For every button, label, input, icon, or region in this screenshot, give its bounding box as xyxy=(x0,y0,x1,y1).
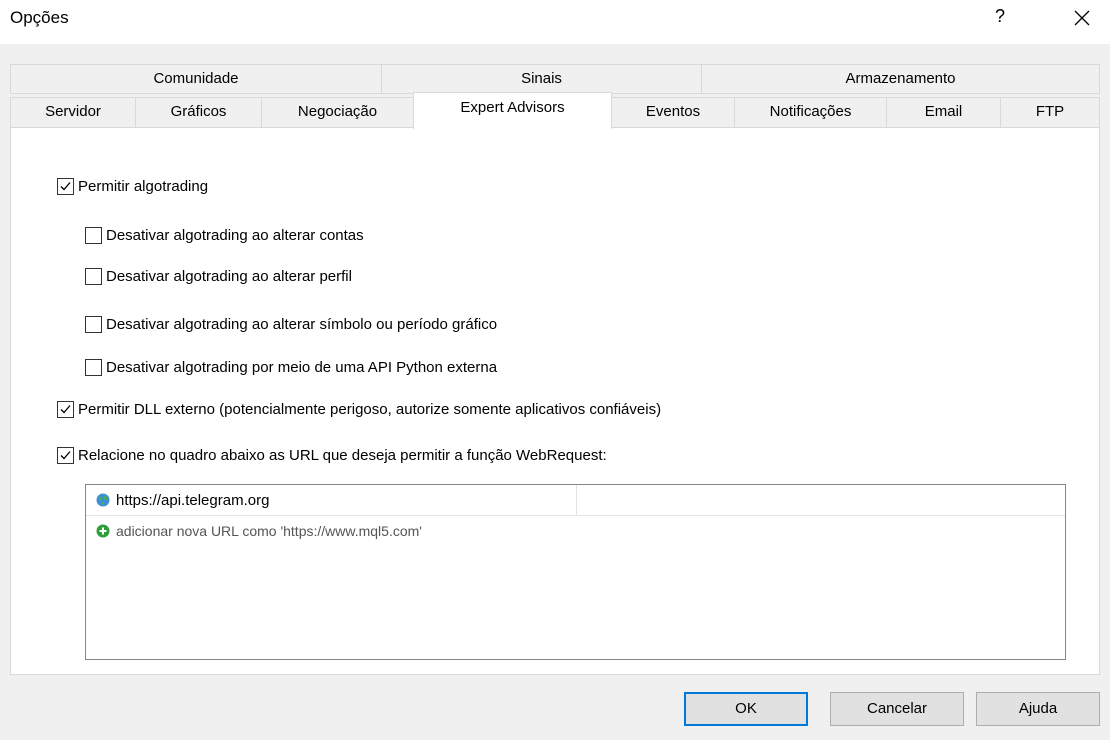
option-label: Permitir DLL externo (potencialmente per… xyxy=(78,400,662,418)
window-title: Opções xyxy=(10,8,69,27)
tab-expert-advisors[interactable]: Expert Advisors xyxy=(413,92,612,129)
add-url-placeholder[interactable]: adicionar nova URL como 'https://www.mql… xyxy=(116,523,422,539)
add-url-row[interactable]: adicionar nova URL como 'https://www.mql… xyxy=(86,516,1065,546)
tab-armazenamento[interactable]: Armazenamento xyxy=(701,64,1100,94)
tab-negociacao[interactable]: Negociação xyxy=(261,97,414,128)
tab-servidor[interactable]: Servidor xyxy=(10,97,136,128)
option-label: Desativar algotrading ao alterar símbolo… xyxy=(106,315,498,333)
close-icon xyxy=(1074,10,1090,26)
title-bar: Opções ? xyxy=(0,0,1110,44)
option-desativar-simbolo[interactable]: Desativar algotrading ao alterar símbolo… xyxy=(85,313,497,335)
tab-email[interactable]: Email xyxy=(886,97,1001,128)
option-label: Permitir algotrading xyxy=(78,177,209,195)
option-webrequest[interactable]: Relacione no quadro abaixo as URL que de… xyxy=(57,444,607,466)
tab-graficos[interactable]: Gráficos xyxy=(135,97,262,128)
checkbox-unchecked[interactable] xyxy=(85,315,102,333)
add-circle-icon xyxy=(96,524,110,538)
help-question-button[interactable]: ? xyxy=(985,6,1015,27)
option-desativar-perfil[interactable]: Desativar algotrading ao alterar perfil xyxy=(85,265,352,287)
url-list[interactable]: https://api.telegram.org adicionar nova … xyxy=(85,484,1066,660)
column-divider xyxy=(576,485,577,515)
option-permitir-dll[interactable]: Permitir DLL externo (potencialmente per… xyxy=(57,398,661,420)
checkbox-checked[interactable] xyxy=(57,177,74,195)
checkbox-checked[interactable] xyxy=(57,400,74,418)
tab-eventos[interactable]: Eventos xyxy=(611,97,735,128)
url-list-row[interactable]: https://api.telegram.org xyxy=(86,485,1065,516)
help-button[interactable]: Ajuda xyxy=(976,692,1100,726)
option-label: Desativar algotrading ao alterar contas xyxy=(106,226,364,244)
checkmark-icon xyxy=(60,404,71,413)
close-button[interactable] xyxy=(1062,2,1102,36)
checkbox-checked[interactable] xyxy=(57,446,74,464)
globe-icon xyxy=(96,493,110,507)
expert-advisors-panel: Permitir algotrading Desativar algotradi… xyxy=(10,127,1100,675)
checkbox-unchecked[interactable] xyxy=(85,226,102,244)
ok-button[interactable]: OK xyxy=(684,692,808,726)
checkmark-icon xyxy=(60,450,71,459)
tab-ftp[interactable]: FTP xyxy=(1000,97,1100,128)
tab-sinais[interactable]: Sinais xyxy=(381,64,702,94)
checkbox-unchecked[interactable] xyxy=(85,267,102,285)
option-label: Desativar algotrading por meio de uma AP… xyxy=(106,358,498,376)
tab-notificacoes[interactable]: Notificações xyxy=(734,97,887,128)
checkmark-icon xyxy=(60,181,71,190)
checkbox-unchecked[interactable] xyxy=(85,358,102,376)
url-item[interactable]: https://api.telegram.org xyxy=(116,492,269,509)
option-desativar-python[interactable]: Desativar algotrading por meio de uma AP… xyxy=(85,356,497,378)
option-permitir-algotrading[interactable]: Permitir algotrading xyxy=(57,175,208,197)
option-label: Relacione no quadro abaixo as URL que de… xyxy=(78,446,607,464)
option-label: Desativar algotrading ao alterar perfil xyxy=(106,267,352,285)
cancel-button[interactable]: Cancelar xyxy=(830,692,964,726)
option-desativar-contas[interactable]: Desativar algotrading ao alterar contas xyxy=(85,224,364,246)
tab-comunidade[interactable]: Comunidade xyxy=(10,64,382,94)
